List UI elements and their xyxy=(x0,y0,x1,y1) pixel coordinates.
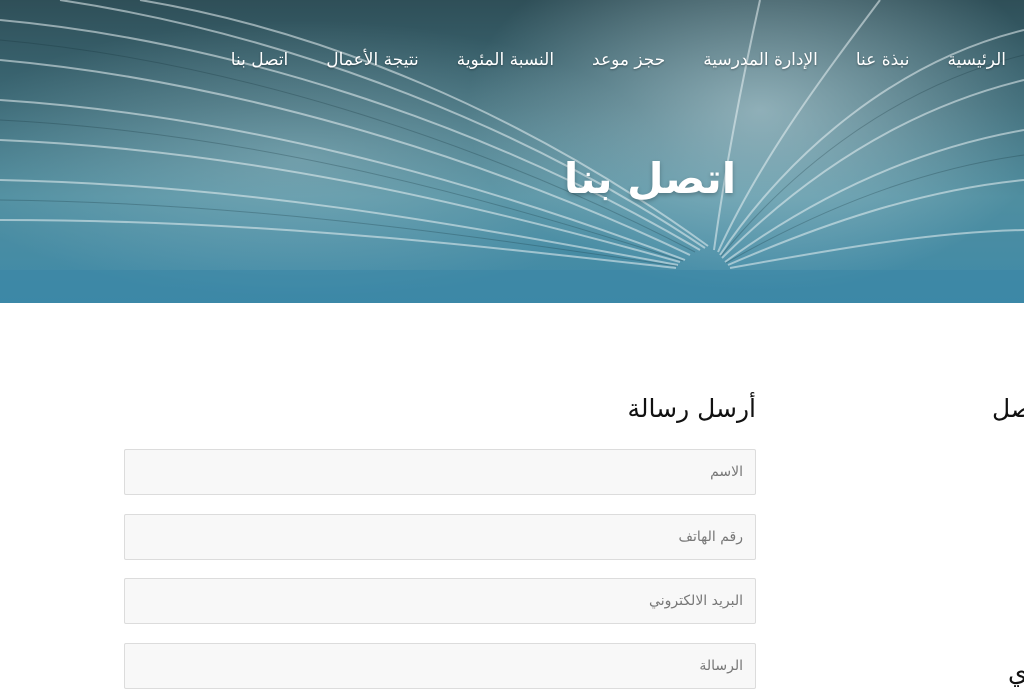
sidebar-heading-fragment-text: ي xyxy=(1008,658,1024,687)
send-message-heading: أرسل رسالة xyxy=(627,394,756,423)
page-title: اتصل بنا xyxy=(563,154,737,203)
hero-banner: الرئيسية نبذة عنا الإدارة المدرسية حجز م… xyxy=(0,0,1024,303)
phone-input[interactable] xyxy=(124,514,756,560)
name-input[interactable] xyxy=(124,449,756,495)
contact-info-heading-text: اتصل xyxy=(992,394,1024,423)
main-navigation: الرئيسية نبذة عنا الإدارة المدرسية حجز م… xyxy=(231,46,1006,74)
email-input[interactable] xyxy=(124,578,756,624)
nav-item-home[interactable]: الرئيسية xyxy=(947,46,1006,74)
sidebar-heading-fragment: ي xyxy=(1008,655,1024,691)
nav-item-about[interactable]: نبذة عنا xyxy=(856,46,910,74)
nav-item-book-appointment[interactable]: حجز موعد xyxy=(592,46,665,74)
nav-item-work-results[interactable]: نتيجة الأعمال xyxy=(326,46,418,74)
nav-item-percentage[interactable]: النسبة المئوية xyxy=(457,46,554,74)
message-textarea[interactable] xyxy=(124,643,756,689)
nav-item-contact[interactable]: اتصل بنا xyxy=(231,46,289,74)
nav-item-school-administration[interactable]: الإدارة المدرسية xyxy=(703,46,818,74)
contact-info-heading: اتصل xyxy=(992,391,1024,427)
